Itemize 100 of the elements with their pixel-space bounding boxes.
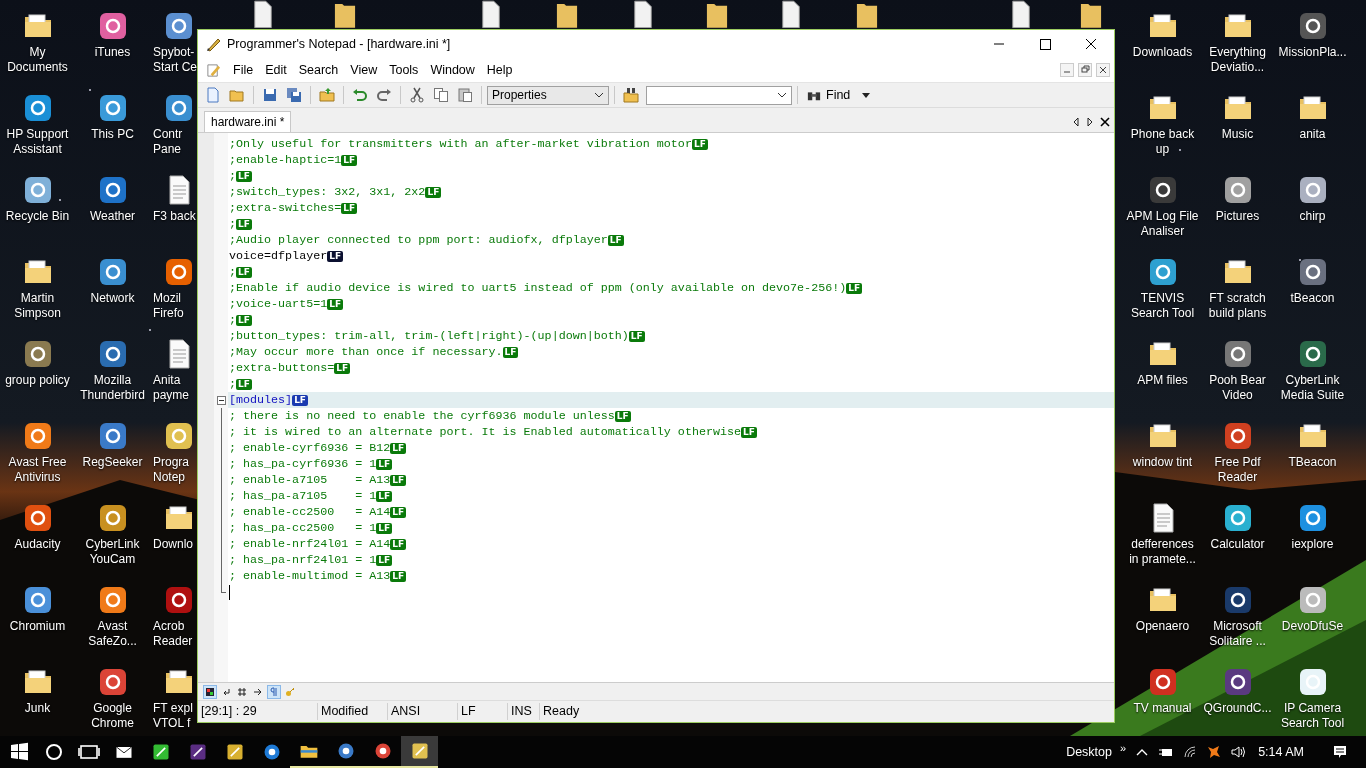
dropdown-icon[interactable] [862,92,871,98]
icon-label: HP Support Assistant [6,127,69,157]
caret-icon [777,92,787,98]
view-toggle[interactable] [284,685,296,698]
icon-label: TENVIS Search Tool [1130,291,1195,321]
window-title: Programmer's Notepad - [hardware.ini *] [227,37,451,51]
code-text: ; [229,313,236,327]
app-icon[interactable] [163,10,195,42]
document-icon[interactable] [480,0,502,28]
notification-icon[interactable] [1332,744,1348,760]
app-icon[interactable] [163,420,195,452]
document-icon[interactable] [252,0,274,28]
view-toggle[interactable] [268,685,280,698]
icon-label: iTunes [94,45,131,60]
toolbar-label[interactable]: Desktop [1066,745,1112,759]
toggle-icon [237,686,247,697]
volume-icon[interactable] [1230,744,1247,760]
taskbar-button[interactable] [401,736,438,768]
icon-label: Pooh Bear Video [1209,373,1266,403]
icon-label: Anita payme [153,373,190,403]
code-text: ; enable-a7105 = A13 [229,473,391,487]
fold-toggle-icon[interactable] [216,395,226,405]
icon-label: Everything Deviatio... [1209,45,1266,75]
code-text: ;extra-switches= [229,201,342,215]
menu-item[interactable]: Window [424,61,481,79]
icon-label: DevoDfuSe [1281,619,1344,634]
icon-label: window tint [1132,455,1193,470]
icon-label: Chromium [9,619,66,634]
line-end-marker: LF [390,442,407,454]
line-end-marker: LF [502,346,519,358]
scroll-right-icon[interactable] [1086,117,1094,127]
clock[interactable]: 5:14 AM [1258,745,1304,759]
code-text: ; [229,265,236,279]
line-end-marker: LF [327,298,344,310]
icon-label: Downlo [153,537,194,552]
line-end-marker: LF [236,266,252,278]
view-toggle[interactable] [236,685,248,698]
line-end-marker: LF [376,490,393,502]
menu-item[interactable]: Edit [259,61,293,79]
caret-icon [594,92,604,98]
icon-label: Calculator [1210,537,1265,552]
shield-icon[interactable] [1206,744,1223,760]
toggle-icon [221,686,231,697]
line-end-marker: LF [390,506,407,518]
icon-label: MissionPla... [1278,45,1347,60]
toolbar-overflow[interactable]: » [1120,742,1127,754]
icon-label: TBeacon [1288,455,1337,470]
line-end-marker: LF [846,282,863,294]
menu-item[interactable]: File [227,61,260,79]
close-icon[interactable] [1100,117,1110,127]
find-button[interactable]: Find [803,88,855,102]
line-end-marker: LF [390,570,407,582]
line-end-marker: LF [376,458,393,470]
icon-label: Martin Simpson [14,291,61,321]
app-icon[interactable] [163,584,195,616]
document-icon[interactable] [632,0,654,28]
code-text: ; enable-cc2500 = A14 [229,505,391,519]
icon-label: Phone back up [1130,127,1195,157]
line-end-marker: LF [614,410,631,422]
code-text: voice=dfplayer [229,249,328,263]
code-text: ;enable-haptic=1 [229,153,342,167]
menu-item[interactable]: Search [292,61,345,79]
menu-item[interactable]: Tools [383,61,425,79]
code-text: ;extra-buttons= [229,361,335,375]
line-end-marker: LF [691,138,708,150]
status-text: Ready [542,703,580,720]
icon-label: Mozilla Thunderbird [80,373,145,403]
scheme-select[interactable]: Properties [487,85,609,105]
toggle-icon [285,686,295,697]
icon-label: My Documents [7,45,68,75]
icon-label: Mozil Firefo [153,291,184,321]
line-end-marker: LF [236,218,252,230]
icon-label: iexplore [1291,537,1334,552]
menu-item[interactable]: Help [480,61,519,79]
code-text: ; enable-cyrf6936 = B12 [229,441,391,455]
icon-label: F3 back [153,209,196,224]
code-text: ; has_pa-cyrf6936 = 1 [229,457,377,471]
code-text: ;May occur more than once if necessary. [229,345,503,359]
icon-label: defferences in pramete... [1129,537,1196,567]
code-text: ; it is wired to an alternate port. It is Enabled automatically otherwise [229,425,741,439]
icon-label: Acrob Reader [153,619,193,649]
document-icon[interactable] [1010,0,1032,28]
icon-label: Free Pdf Reader [1214,455,1261,485]
menu-item[interactable]: View [344,61,384,79]
file-tab[interactable]: hardware.ini * [204,111,292,132]
code-text: ; has_pa-nrf24l01 = 1 [229,553,377,567]
app-icon[interactable] [163,256,195,288]
status-text: INS [508,703,540,720]
restore-icon[interactable] [1078,63,1092,77]
app-icon[interactable] [163,92,195,124]
status-text: Modified [318,703,388,720]
document-icon[interactable] [780,0,802,28]
status-text: ANSI [388,703,458,720]
icon-label: Network [90,291,135,306]
code-text: ;Enable if audio device is wired to uart5 instead of ppm (only available on devo7e-256!) [229,281,847,295]
view-toggle[interactable] [204,685,216,698]
icon-label: Recycle Bin [5,209,70,224]
scroll-left-icon[interactable] [1072,117,1080,127]
toggle-icon [269,686,279,697]
code-text: [modules] [229,393,293,407]
